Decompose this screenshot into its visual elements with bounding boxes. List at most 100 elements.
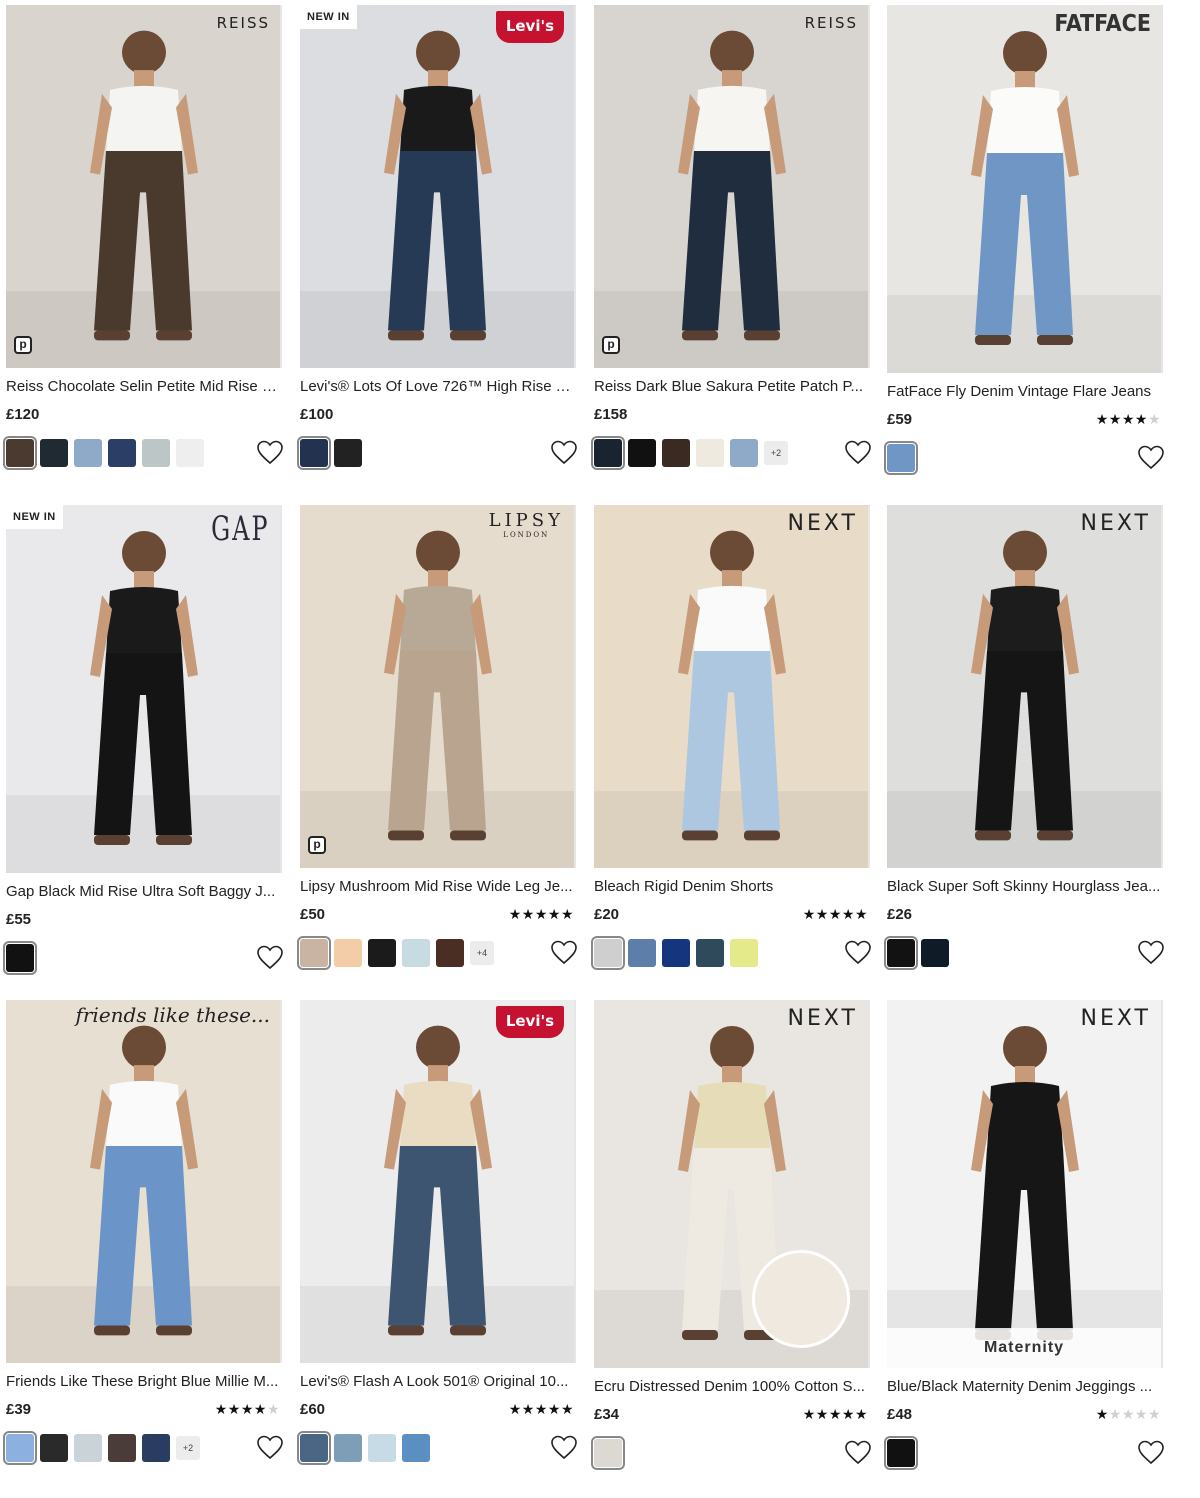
- colour-swatch[interactable]: [3, 941, 37, 975]
- product-title[interactable]: Reiss Chocolate Selin Petite Mid Rise S.…: [6, 377, 282, 397]
- product-title[interactable]: Friends Like These Bright Blue Millie M.…: [6, 1372, 282, 1392]
- product-card[interactable]: friends like these... Friends Like These…: [3, 1000, 284, 1465]
- colour-swatch[interactable]: [662, 939, 690, 967]
- colour-swatch[interactable]: [142, 439, 170, 467]
- product-title[interactable]: Gap Black Mid Rise Ultra Soft Baggy J...: [6, 882, 282, 902]
- favourite-heart-icon[interactable]: [1137, 444, 1165, 470]
- product-image[interactable]: GAP NEW IN: [6, 505, 282, 873]
- product-image[interactable]: FATFACE: [887, 5, 1163, 373]
- colour-swatch[interactable]: [176, 439, 204, 467]
- colour-swatch[interactable]: [297, 936, 331, 970]
- favourite-heart-icon[interactable]: [256, 1434, 284, 1460]
- product-card[interactable]: REISS p Reiss Dark Blue Sakura Petite Pa…: [591, 5, 872, 470]
- premium-brand-icon: p: [14, 336, 32, 354]
- colour-swatch[interactable]: [884, 441, 918, 475]
- colour-swatch[interactable]: [368, 939, 396, 967]
- favourite-heart-icon[interactable]: [844, 939, 872, 965]
- colour-swatch[interactable]: [730, 439, 758, 467]
- product-title[interactable]: Blue/Black Maternity Denim Jeggings ...: [887, 1377, 1163, 1397]
- product-image[interactable]: Levi's NEW IN: [300, 5, 576, 368]
- more-colours-badge[interactable]: +4: [470, 941, 494, 965]
- more-colours-badge[interactable]: +2: [764, 441, 788, 465]
- colour-swatch[interactable]: [591, 436, 625, 470]
- colour-swatch[interactable]: [74, 439, 102, 467]
- product-card[interactable]: NEXT Ecru Distressed Denim 100% Cotton S…: [591, 1000, 872, 1470]
- product-price: £55: [6, 911, 32, 928]
- colour-swatch[interactable]: [921, 939, 949, 967]
- colour-swatch[interactable]: [334, 1434, 362, 1462]
- product-card[interactable]: REISS p Reiss Chocolate Selin Petite Mid…: [3, 5, 284, 470]
- product-card[interactable]: Levi's NEW IN Levi's® Lots Of Love 726™ …: [297, 5, 578, 470]
- colour-swatch[interactable]: [402, 939, 430, 967]
- product-image[interactable]: LIPSY LONDON p: [300, 505, 576, 868]
- colour-swatch[interactable]: [730, 939, 758, 967]
- product-image[interactable]: friends like these...: [6, 1000, 282, 1363]
- product-card[interactable]: NEXT Maternity Blue/Black Maternity Deni…: [884, 1000, 1165, 1470]
- colour-swatch[interactable]: [74, 1434, 102, 1462]
- colour-swatches: [3, 436, 284, 470]
- product-title[interactable]: Reiss Dark Blue Sakura Petite Patch P...: [594, 377, 870, 397]
- product-price: £158: [594, 406, 628, 423]
- product-title[interactable]: Bleach Rigid Denim Shorts: [594, 877, 870, 897]
- product-card[interactable]: LIPSY LONDON p Lipsy Mushroom Mid Rise Wi…: [297, 505, 578, 970]
- colour-swatch[interactable]: [591, 1436, 625, 1470]
- colour-swatch[interactable]: [884, 1436, 918, 1470]
- colour-swatch[interactable]: [628, 439, 656, 467]
- favourite-heart-icon[interactable]: [550, 1434, 578, 1460]
- colour-swatch[interactable]: [334, 939, 362, 967]
- product-image[interactable]: NEXT: [594, 1000, 870, 1368]
- brand-logo: Levi's: [495, 1006, 564, 1038]
- favourite-heart-icon[interactable]: [550, 439, 578, 465]
- brand-logo: NEXT: [1080, 1006, 1151, 1031]
- product-image[interactable]: Levi's: [300, 1000, 576, 1363]
- colour-swatch[interactable]: [696, 439, 724, 467]
- colour-swatch[interactable]: [108, 439, 136, 467]
- favourite-heart-icon[interactable]: [256, 439, 284, 465]
- favourite-heart-icon[interactable]: [844, 1439, 872, 1465]
- product-image[interactable]: NEXT: [887, 505, 1163, 868]
- product-image[interactable]: REISS p: [6, 5, 282, 368]
- colour-swatch[interactable]: [402, 1434, 430, 1462]
- colour-swatch[interactable]: [3, 1431, 37, 1465]
- colour-swatch[interactable]: [436, 939, 464, 967]
- colour-swatch[interactable]: [3, 436, 37, 470]
- favourite-heart-icon[interactable]: [1137, 1439, 1165, 1465]
- favourite-heart-icon[interactable]: [550, 939, 578, 965]
- colour-swatch[interactable]: [108, 1434, 136, 1462]
- product-image[interactable]: NEXT: [594, 505, 870, 868]
- product-title[interactable]: FatFace Fly Denim Vintage Flare Jeans: [887, 382, 1163, 402]
- favourite-heart-icon[interactable]: [844, 439, 872, 465]
- colour-swatch[interactable]: [297, 436, 331, 470]
- product-title[interactable]: Ecru Distressed Denim 100% Cotton S...: [594, 1377, 870, 1397]
- product-card[interactable]: NEXT Bleach Rigid Denim Shorts £20 ★★★★★: [591, 505, 872, 970]
- product-card[interactable]: GAP NEW IN Gap Black Mid Rise Ultra Soft…: [3, 505, 284, 975]
- product-card[interactable]: FATFACE FatFace Fly Denim Vintage Flare …: [884, 5, 1165, 475]
- colour-swatch[interactable]: [142, 1434, 170, 1462]
- colour-swatch[interactable]: [628, 939, 656, 967]
- colour-swatches: +4: [297, 936, 578, 970]
- star-rating: ★★★★★: [508, 1401, 574, 1417]
- premium-brand-icon: p: [602, 336, 620, 354]
- more-colours-badge[interactable]: +2: [176, 1436, 200, 1460]
- colour-swatch[interactable]: [884, 936, 918, 970]
- product-title[interactable]: Lipsy Mushroom Mid Rise Wide Leg Je...: [300, 877, 576, 897]
- colour-swatch[interactable]: [40, 1434, 68, 1462]
- product-image[interactable]: NEXT Maternity: [887, 1000, 1163, 1368]
- colour-swatch[interactable]: [696, 939, 724, 967]
- colour-swatch[interactable]: [40, 439, 68, 467]
- product-card[interactable]: NEXT Black Super Soft Skinny Hourglass J…: [884, 505, 1165, 970]
- colour-swatch[interactable]: [662, 439, 690, 467]
- product-card[interactable]: Levi's Levi's® Flash A Look 501® Origina…: [297, 1000, 578, 1465]
- colour-swatch[interactable]: [334, 439, 362, 467]
- colour-swatch[interactable]: [591, 936, 625, 970]
- product-title[interactable]: Levi's® Lots Of Love 726™ High Rise Yo..…: [300, 377, 576, 397]
- colour-swatches: [591, 936, 872, 970]
- colour-swatch[interactable]: [297, 1431, 331, 1465]
- favourite-heart-icon[interactable]: [256, 944, 284, 970]
- colour-swatch[interactable]: [368, 1434, 396, 1462]
- product-title[interactable]: Black Super Soft Skinny Hourglass Jea...: [887, 877, 1163, 897]
- product-image[interactable]: REISS p: [594, 5, 870, 368]
- favourite-heart-icon[interactable]: [1137, 939, 1165, 965]
- product-title[interactable]: Levi's® Flash A Look 501® Original 10...: [300, 1372, 576, 1392]
- star-rating: ★★★★★: [802, 906, 868, 922]
